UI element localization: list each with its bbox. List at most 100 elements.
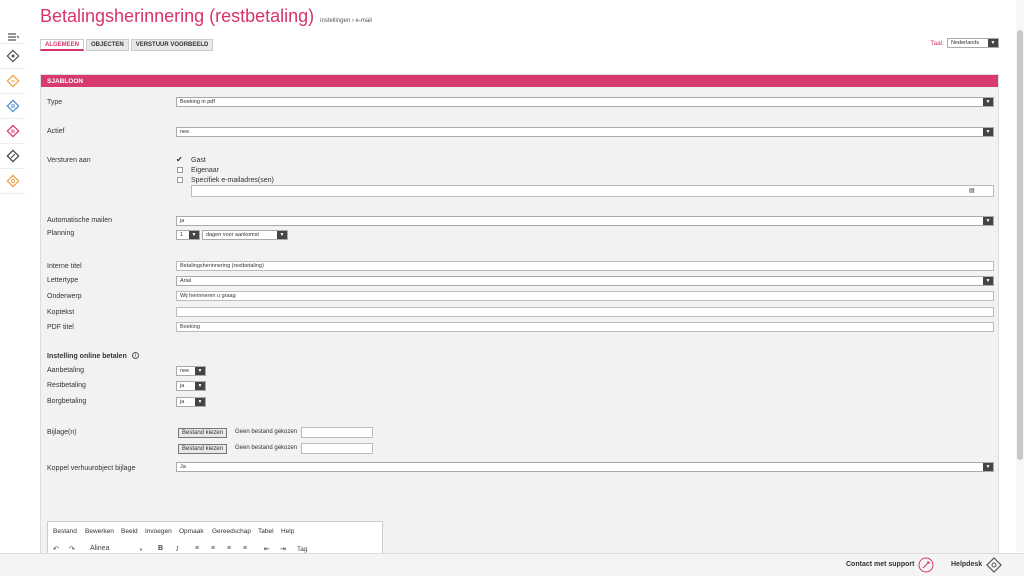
chevron-down-icon: ▼ xyxy=(189,231,199,239)
aanbetaling-select[interactable]: nee ▼ xyxy=(176,366,206,376)
footer-bar: Contact met support Helpdesk xyxy=(0,553,1024,576)
language-picker: Taal: Nederlands ▼ xyxy=(930,38,999,48)
page-title: Betalingsherinnering (restbetaling) xyxy=(40,6,315,26)
indent-icon[interactable]: ⇥ xyxy=(280,545,286,553)
list-icon[interactable]: ▤ xyxy=(969,187,975,194)
chevron-down-icon: ▼ xyxy=(983,277,993,285)
planning-unit-select[interactable]: dagen voor aankomst ▼ xyxy=(202,230,288,240)
settings-icon[interactable] xyxy=(0,169,25,194)
helpdesk-link[interactable]: Helpdesk xyxy=(951,561,982,568)
lettertype-select[interactable]: Arial ▼ xyxy=(176,276,994,286)
tab-bar: ALGEMEEN OBJECTEN VERSTUUR VOORBEELD xyxy=(40,39,214,51)
actief-value: nee xyxy=(180,129,190,135)
interne-titel-input[interactable]: Betalingsherinnering (restbetaling) xyxy=(176,261,994,271)
rich-text-editor: Bestand Bewerken Beeld Invoegen Opmaak G… xyxy=(47,521,383,557)
auto-value: ja xyxy=(180,218,185,224)
koppel-select[interactable]: Ja ▼ xyxy=(176,462,994,472)
checkmark-icon[interactable]: ✔ xyxy=(176,155,183,164)
language-value: Nederlands xyxy=(951,40,980,46)
italic-icon[interactable]: I xyxy=(176,545,178,553)
justify-icon[interactable]: ≡ xyxy=(243,545,247,552)
bold-icon[interactable]: B xyxy=(158,545,163,552)
panel-title: SJABLOON xyxy=(41,75,998,87)
title-row: Betalingsherinnering (restbetaling) inst… xyxy=(40,6,372,28)
menu-icon[interactable] xyxy=(0,30,25,44)
menu-bestand[interactable]: Bestand xyxy=(53,528,77,535)
pdf-titel-label: PDF titel xyxy=(47,324,74,331)
chevron-down-icon: ▼ xyxy=(277,231,287,239)
shop-icon[interactable] xyxy=(0,69,25,94)
koppel-value: Ja xyxy=(180,464,186,470)
align-right-icon[interactable]: ≡ xyxy=(227,545,231,552)
bijlage-field-2[interactable] xyxy=(301,443,373,454)
borgbetaling-value: ja xyxy=(180,399,185,405)
bijlage-field[interactable] xyxy=(301,427,373,438)
pdf-titel-input[interactable]: Boeking xyxy=(176,322,994,332)
menu-beeld[interactable]: Beeld xyxy=(121,528,138,535)
align-left-icon[interactable]: ≡ xyxy=(195,545,199,552)
tag-button[interactable]: Tag xyxy=(297,546,307,553)
helpdesk-icon[interactable] xyxy=(986,557,1002,575)
chevron-down-icon: ▼ xyxy=(195,398,205,406)
menu-tabel[interactable]: Tabel xyxy=(258,528,274,535)
koptekst-input[interactable] xyxy=(176,307,994,317)
info-icon[interactable]: i xyxy=(132,352,139,359)
menu-invoegen[interactable]: Invoegen xyxy=(145,528,172,535)
versturen-label: Versturen aan xyxy=(47,157,91,164)
eigenaar-checkbox[interactable] xyxy=(177,167,183,173)
menu-gereedschap[interactable]: Gereedschap xyxy=(212,528,251,535)
specifiek-checkbox[interactable] xyxy=(177,177,183,183)
onderwerp-label: Onderwerp xyxy=(47,293,82,300)
planning-label: Planning xyxy=(47,230,75,237)
support-link[interactable]: Contact met support xyxy=(846,561,914,568)
home-icon[interactable] xyxy=(0,44,25,69)
file-choose-button-2[interactable]: Bestand kiezen xyxy=(178,444,228,454)
report-icon[interactable] xyxy=(0,119,25,144)
menu-opmaak[interactable]: Opmaak xyxy=(179,528,204,535)
rocket-icon[interactable] xyxy=(918,557,934,575)
scrollbar[interactable] xyxy=(1016,0,1024,552)
menu-help[interactable]: Help xyxy=(281,528,294,535)
breadcrumb[interactable]: instellingen › e-mail xyxy=(320,18,372,24)
chevron-down-icon: ▼ xyxy=(983,463,993,471)
online-betalen-heading: Instelling online betalen xyxy=(47,353,127,360)
undo-icon[interactable]: ↶ xyxy=(53,545,59,553)
chevron-down-icon: ▼ xyxy=(195,367,205,375)
aanbetaling-value: nee xyxy=(180,368,190,374)
tab-algemeen[interactable]: ALGEMEEN xyxy=(40,39,85,51)
template-panel: SJABLOON Type Boeking in pdf ▼ Actief nee… xyxy=(40,74,999,557)
file-choose-button[interactable]: Bestand kiezen xyxy=(178,428,228,438)
chevron-down-icon: ▼ xyxy=(988,39,998,47)
chevron-down-icon: ▼ xyxy=(983,128,993,136)
koptekst-label: Koptekst xyxy=(47,309,75,316)
eigenaar-option: Eigenaar xyxy=(191,167,220,174)
actief-label: Actief xyxy=(47,128,65,135)
transfer-icon[interactable] xyxy=(0,94,25,119)
scrollbar-thumb[interactable] xyxy=(1017,30,1023,460)
language-select[interactable]: Nederlands ▼ xyxy=(947,38,999,48)
auto-select[interactable]: ja ▼ xyxy=(176,216,994,226)
planning-number-select[interactable]: 1 ▼ xyxy=(176,230,200,240)
borgbetaling-select[interactable]: ja ▼ xyxy=(176,397,206,407)
email-addresses-field[interactable] xyxy=(191,185,994,197)
actief-select[interactable]: nee ▼ xyxy=(176,127,994,137)
outdent-icon[interactable]: ⇤ xyxy=(264,545,270,553)
no-file-text: Geen bestand gekozen xyxy=(235,429,298,435)
format-select[interactable]: Alinea xyxy=(90,545,109,552)
align-center-icon[interactable]: ≡ xyxy=(211,545,215,552)
no-file-text-2: Geen bestand gekozen xyxy=(235,445,298,451)
auto-label: Automatische mailen xyxy=(47,217,112,224)
onderwerp-input[interactable]: Wij herinneren u graag xyxy=(176,291,994,301)
chevron-down-icon: ▼ xyxy=(983,217,993,225)
menu-bewerken[interactable]: Bewerken xyxy=(85,528,114,535)
ticket-icon[interactable] xyxy=(0,144,25,169)
type-select[interactable]: Boeking in pdf ▼ xyxy=(176,97,994,107)
lettertype-value: Arial xyxy=(180,278,192,284)
restbetaling-select[interactable]: ja ▼ xyxy=(176,381,206,391)
chevron-down-icon: ▼ xyxy=(983,98,993,106)
restbetaling-label: Restbetaling xyxy=(47,382,86,389)
tab-verstuur-voorbeeld[interactable]: VERSTUUR VOORBEELD xyxy=(130,39,214,51)
tab-objecten[interactable]: OBJECTEN xyxy=(86,39,129,51)
planning-unit: dagen voor aankomst xyxy=(206,232,259,238)
redo-icon[interactable]: ↷ xyxy=(69,545,75,553)
